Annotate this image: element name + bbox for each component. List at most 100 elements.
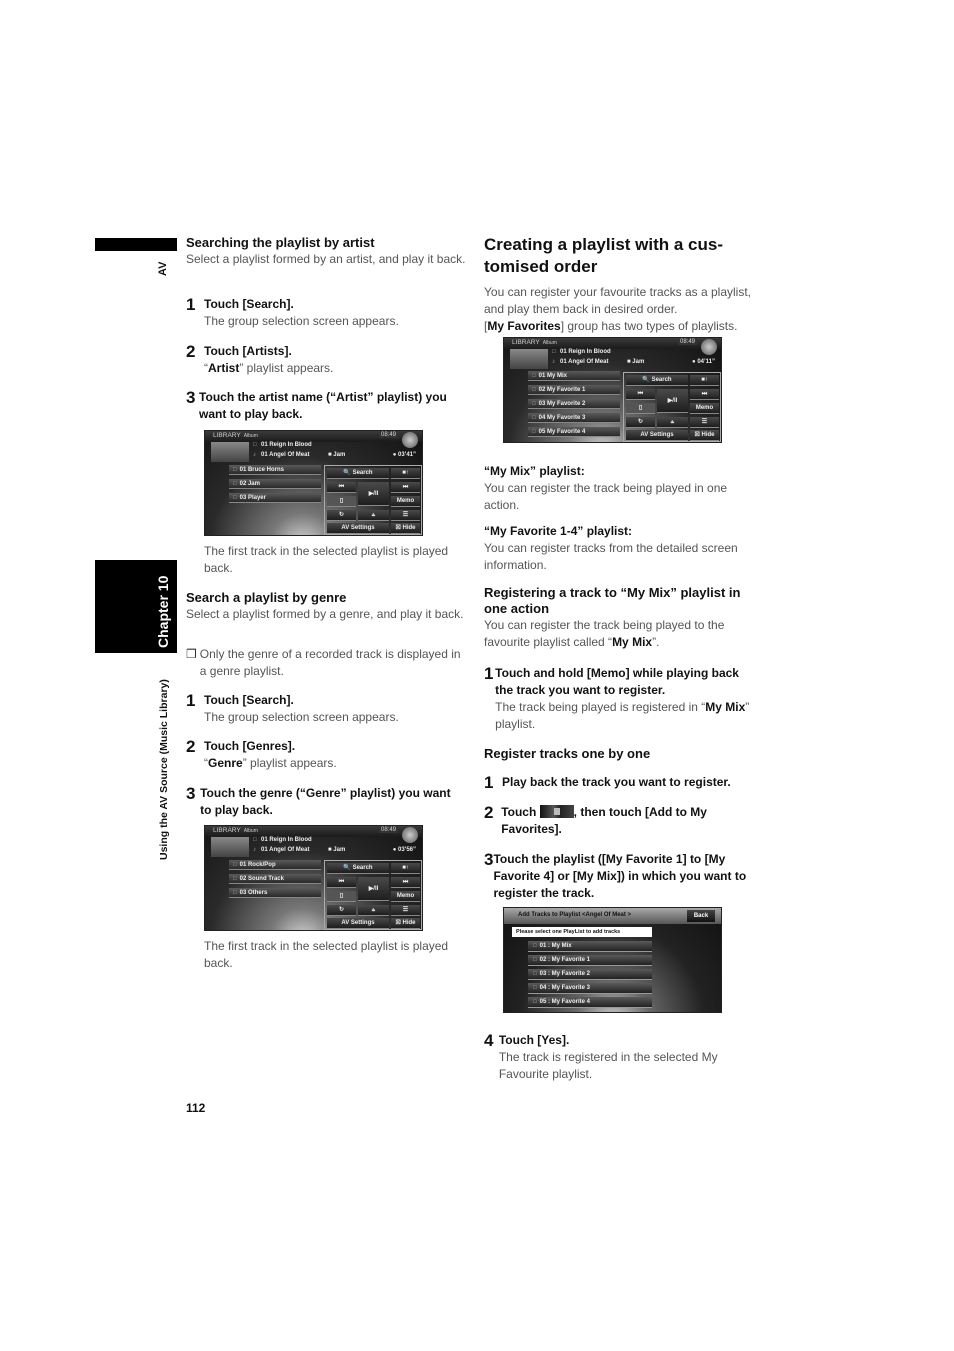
- detail-button[interactable]: ▯: [327, 891, 356, 902]
- playlist-item[interactable]: □ 03 Others: [229, 888, 321, 898]
- item-label: 01 My Mix: [538, 373, 567, 379]
- item-label: 05 My Favorite 4: [538, 429, 586, 435]
- playlist-option[interactable]: □ 01 : My Mix: [528, 941, 652, 952]
- menu-button[interactable]: ☰: [391, 510, 420, 521]
- next-button[interactable]: ⏭: [391, 482, 420, 493]
- up-button[interactable]: ■↑: [391, 468, 420, 479]
- previous-button[interactable]: ⏮: [626, 389, 655, 400]
- memo-button[interactable]: Memo: [391, 891, 420, 902]
- item-icon: □: [233, 481, 237, 487]
- menu-button[interactable]: ☰: [391, 905, 420, 916]
- genre-section: Search a playlist by genre Select a play…: [186, 590, 466, 623]
- artist-playlist-screenshot: LIBRARY Album 08:49 □ 01 Reign In Blood ♪ 0…: [204, 430, 423, 536]
- custom-playlist-intro: You can register your favourite tracks a…: [484, 285, 752, 316]
- next-button[interactable]: ⏭: [391, 877, 420, 888]
- previous-button[interactable]: ⏮: [327, 482, 356, 493]
- hide-button[interactable]: ☒ Hide: [391, 918, 420, 929]
- playlist-option[interactable]: □ 03 : My Favorite 2: [528, 969, 652, 980]
- play-pause-button[interactable]: ▶/II: [657, 389, 688, 413]
- close-icon: ☒: [694, 432, 702, 438]
- up-button[interactable]: ■↑: [391, 863, 420, 874]
- playlist-option[interactable]: □ 04 : My Favorite 3: [528, 983, 652, 994]
- item-icon: □: [533, 971, 537, 977]
- playlist-item[interactable]: □ 01 Bruce Horns: [229, 465, 321, 475]
- search-button[interactable]: 🔍 Search: [626, 375, 688, 386]
- playlist-name: My Mix: [705, 700, 746, 714]
- artist-text: Jam: [333, 452, 346, 458]
- menu-button[interactable]: ☰: [690, 417, 719, 428]
- previous-button[interactable]: ⏮: [327, 877, 356, 888]
- playlist-item[interactable]: □ 03 My Favorite 2: [528, 399, 620, 409]
- random-button[interactable]: ⫨: [358, 510, 389, 521]
- detail-button[interactable]: ▯: [327, 496, 356, 507]
- hide-button[interactable]: ☒ Hide: [391, 523, 420, 534]
- track-title: 01 Angel Of Meat: [560, 359, 609, 365]
- playlist-item[interactable]: □ 04 My Favorite 3: [528, 413, 620, 423]
- note-icon: ♪: [253, 452, 256, 458]
- step-number: 1: [186, 295, 196, 314]
- register-each-step-3: 3 Touch the playlist ([My Favorite 1] to…: [484, 851, 759, 902]
- category-label: Album: [243, 433, 258, 439]
- playlist-item[interactable]: □ 05 My Favorite 4: [528, 427, 620, 437]
- random-button[interactable]: ⫨: [657, 417, 688, 428]
- playlist-item[interactable]: □ 02 Jam: [229, 479, 321, 489]
- play-pause-button[interactable]: ▶/II: [358, 482, 389, 506]
- up-button[interactable]: ■↑: [690, 375, 719, 386]
- play-pause-button[interactable]: ▶/II: [358, 877, 389, 901]
- disc-icon: [402, 432, 418, 448]
- group-name: My Favorites: [487, 319, 561, 333]
- playlist-option[interactable]: □ 02 : My Favorite 1: [528, 955, 652, 966]
- av-settings-button[interactable]: AV Settings: [327, 523, 389, 534]
- playlist-item[interactable]: □ 02 Sound Track: [229, 874, 321, 884]
- playlist-item[interactable]: □ 01 Rock/Pop: [229, 860, 321, 870]
- mymix-text: You can register the track being played …: [484, 481, 728, 512]
- search-button[interactable]: 🔍 Search: [327, 468, 389, 479]
- add-tracks-screenshot: Add Tracks to Playlist <Angel Of Meat > …: [503, 907, 722, 1013]
- option-label: 04 : My Favorite 3: [539, 985, 590, 991]
- mymix-description: “My Mix” playlist: You can register the …: [484, 463, 759, 514]
- memo-button[interactable]: Memo: [391, 496, 420, 507]
- register-one-intro: You can register the track being played …: [484, 617, 762, 651]
- library-label: LIBRARY Album: [213, 827, 258, 834]
- myfav-description: “My Favorite 1-4” playlist: You can regi…: [484, 523, 759, 574]
- register-each-step-4: 4 Touch [Yes]. The track is registered i…: [484, 1032, 759, 1083]
- av-settings-button[interactable]: AV Settings: [327, 918, 389, 929]
- instruction-text: Touch: [501, 805, 537, 819]
- repeat-button[interactable]: ↻: [626, 417, 655, 428]
- close-icon: ☒: [395, 920, 403, 926]
- next-button[interactable]: ⏭: [690, 389, 719, 400]
- library-title: LIBRARY: [512, 339, 540, 346]
- step-number: 3: [186, 388, 196, 407]
- detail-button[interactable]: ▯: [626, 403, 655, 414]
- playlist-item[interactable]: □ 01 My Mix: [528, 371, 620, 381]
- repeat-button[interactable]: ↻: [327, 905, 356, 916]
- playlist-option[interactable]: □ 05 : My Favorite 4: [528, 997, 652, 1008]
- search-icon: 🔍: [642, 377, 652, 383]
- repeat-button[interactable]: ↻: [327, 510, 356, 521]
- duration: ● 04’11”: [692, 359, 715, 365]
- memo-button[interactable]: Memo: [690, 403, 719, 414]
- track-row: ♪ 01 Angel Of Meat: [552, 359, 608, 368]
- page-number: 112: [186, 1101, 206, 1115]
- playlist-item[interactable]: □ 03 Player: [229, 493, 321, 503]
- step-number: 3: [484, 850, 494, 869]
- intro-text: You can register the track being played …: [484, 618, 725, 649]
- step-number: 2: [186, 737, 196, 756]
- search-icon: 🔍: [343, 470, 353, 476]
- chapter-title-label: Using the AV Source (Music Library): [158, 679, 170, 860]
- track-row: ♪ 01 Angel Of Meat: [253, 847, 309, 856]
- track-title: 01 Angel Of Meat: [261, 452, 310, 458]
- av-settings-button[interactable]: AV Settings: [626, 430, 688, 441]
- playlist-item[interactable]: □ 02 My Favorite 1: [528, 385, 620, 395]
- hide-button[interactable]: ☒ Hide: [690, 430, 719, 441]
- track-row: ♪ 01 Angel Of Meat: [253, 452, 309, 461]
- step-result: “Artist” playlist appears.: [204, 360, 333, 377]
- note-icon: ♪: [253, 847, 256, 853]
- item-icon: □: [233, 890, 237, 896]
- search-button[interactable]: 🔍 Search: [327, 863, 389, 874]
- random-button[interactable]: ⫨: [358, 905, 389, 916]
- back-button[interactable]: Back: [687, 910, 715, 922]
- genre-step-3: 3 Touch the genre (“Genre” playlist) you…: [186, 785, 456, 819]
- step-instruction: Touch and hold [Memo] while playing back…: [495, 666, 739, 697]
- heading-line-1: Creating a playlist with a cus-: [484, 235, 724, 254]
